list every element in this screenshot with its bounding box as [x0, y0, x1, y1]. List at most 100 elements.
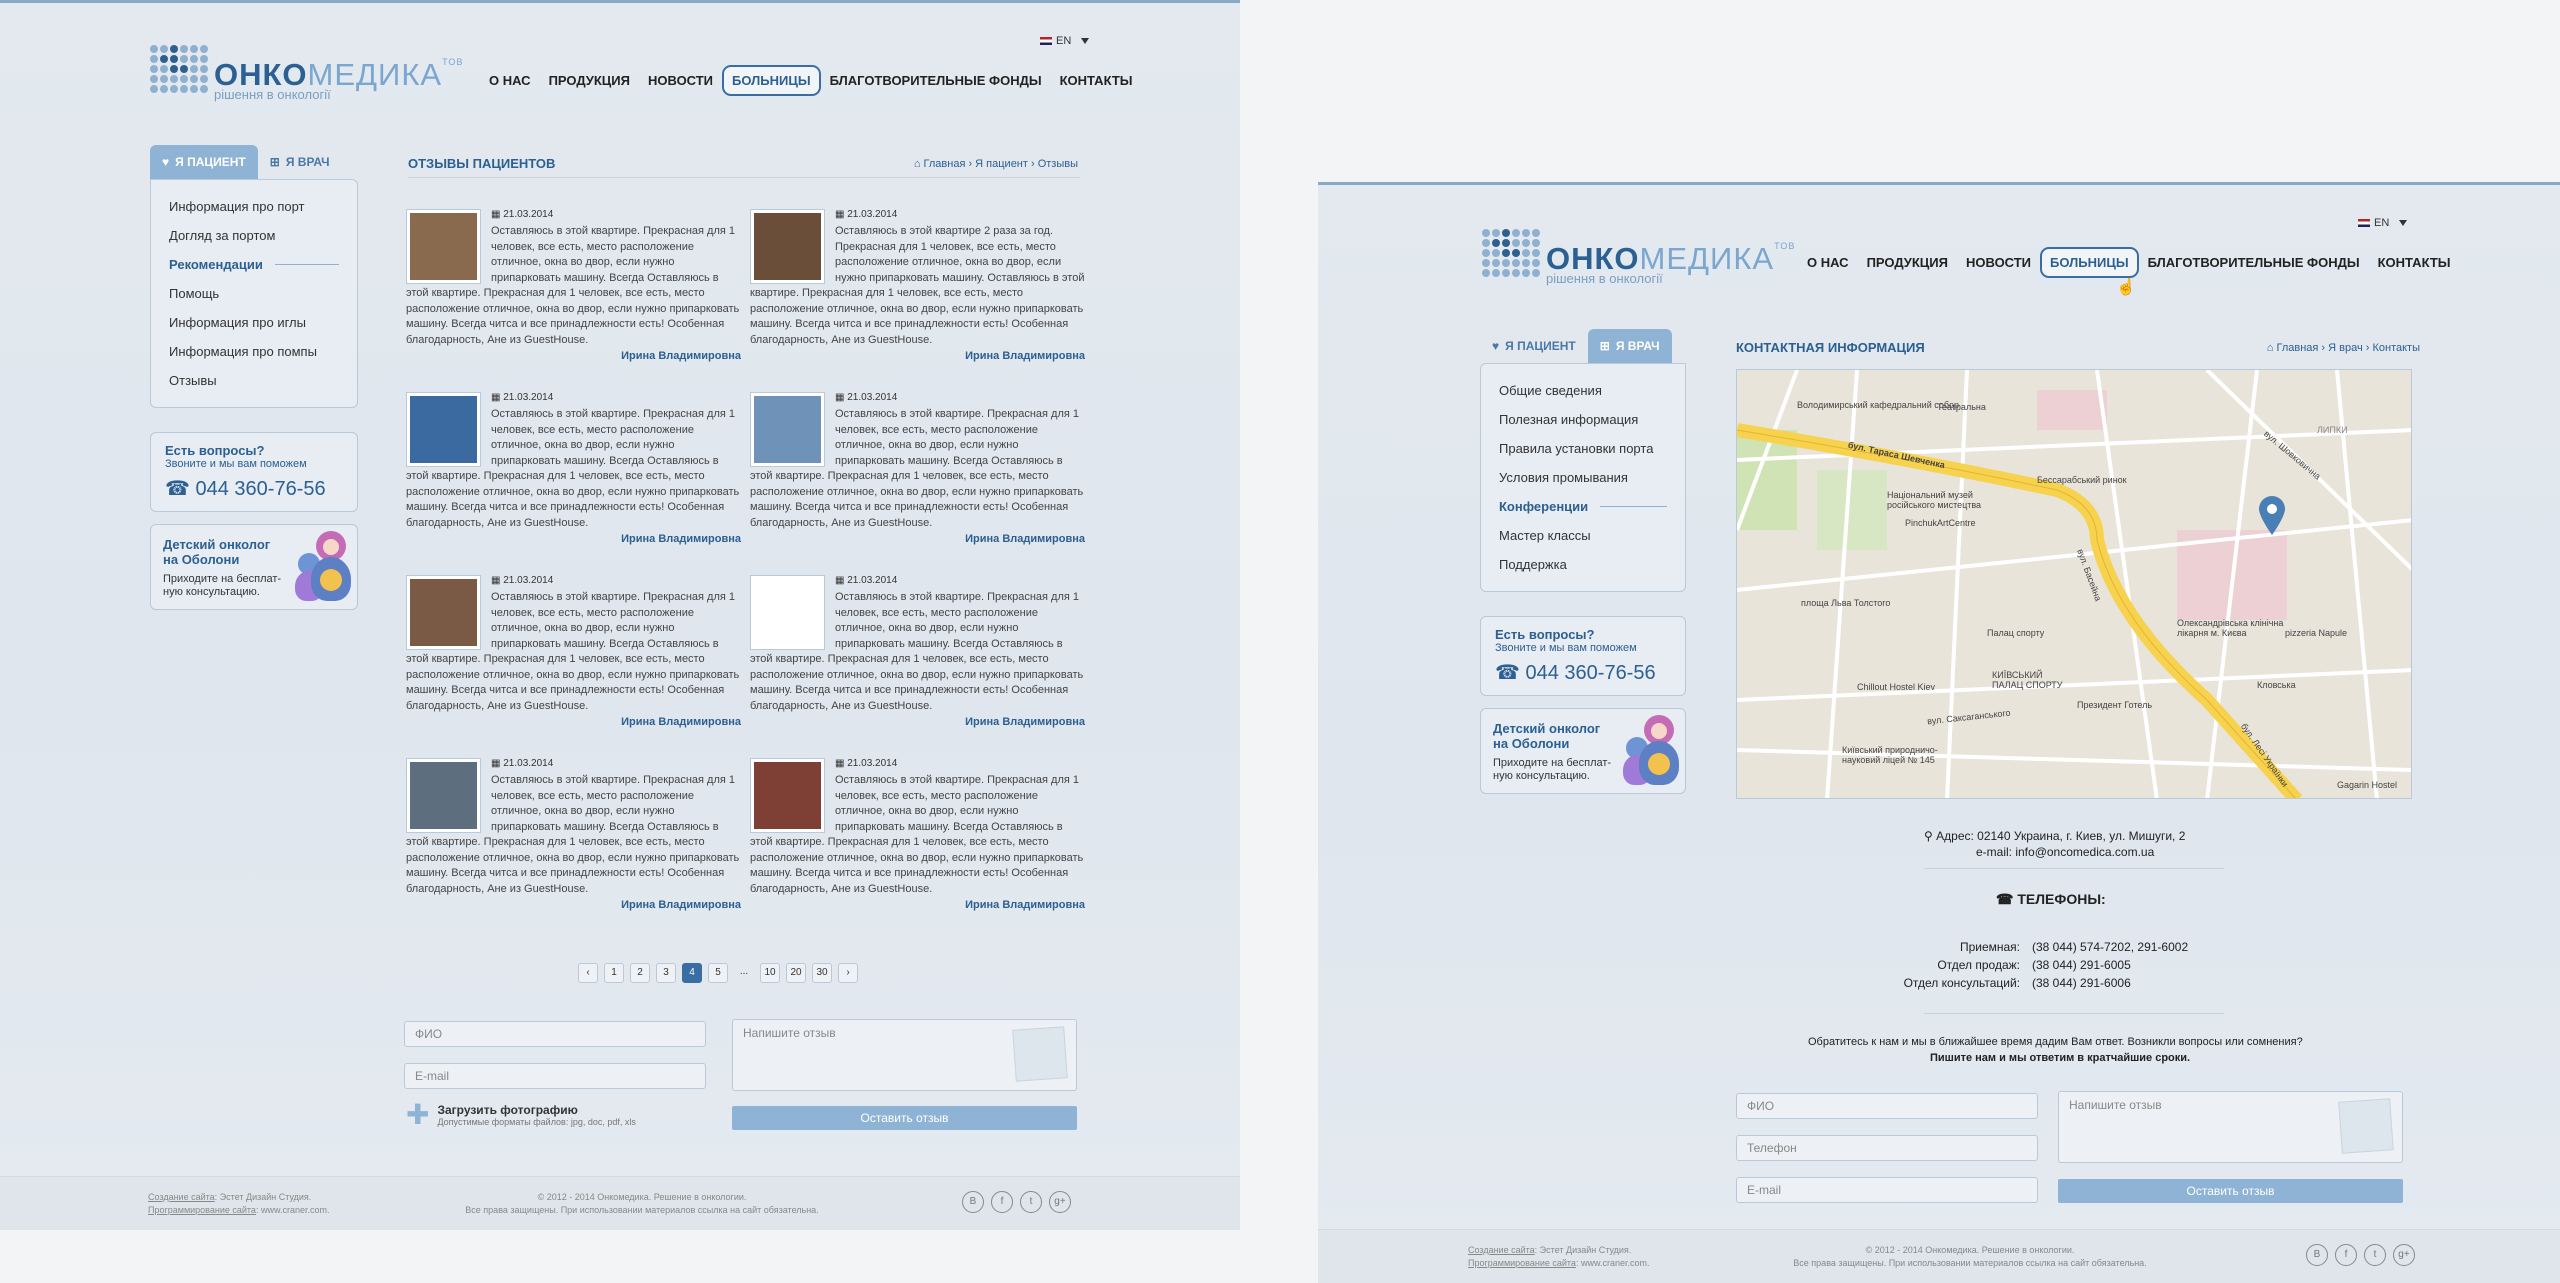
language-label: EN: [1056, 35, 1072, 47]
prev-page-button[interactable]: ‹: [578, 963, 598, 983]
menu-item-masterclasses[interactable]: Мастер классы: [1499, 521, 1667, 550]
page-button[interactable]: 30: [812, 963, 832, 983]
name-field[interactable]: ФИО: [404, 1021, 706, 1047]
nav-contacts[interactable]: КОНТАКТЫ: [1051, 67, 1142, 94]
menu-item-port-info[interactable]: Информация про порт: [169, 192, 339, 221]
phone-icon: ☎: [165, 478, 190, 500]
page-button[interactable]: 4: [682, 963, 702, 983]
calendar-icon: ▦: [835, 209, 845, 220]
us-flag-icon: [2358, 219, 2370, 227]
sidebar: ♥ Я ПАЦИЕНТ ⊞ Я ВРАЧ Информация про порт Д…: [150, 145, 358, 610]
tab-patient[interactable]: ♥ Я ПАЦИЕНТ: [1480, 329, 1588, 363]
menu-item-flushing[interactable]: Условия промывания: [1499, 463, 1667, 492]
menu-item-port-care[interactable]: Догляд за портом: [169, 221, 339, 250]
phone-icon: ☎: [1495, 662, 1520, 684]
page-button[interactable]: 10: [760, 963, 780, 983]
phone-number[interactable]: ☎ 044 360-76-56: [165, 476, 343, 501]
tab-doctor[interactable]: ⊞ Я ВРАЧ: [258, 145, 342, 179]
vk-icon[interactable]: B: [2306, 1244, 2328, 1266]
nav-hospitals[interactable]: БОЛЬНИЦЫ: [722, 65, 821, 96]
page-button[interactable]: 20: [786, 963, 806, 983]
stamp-icon: [1012, 1026, 1068, 1082]
email-field[interactable]: E-mail: [404, 1063, 706, 1089]
vk-icon[interactable]: B: [962, 1191, 984, 1213]
kids-oncologist-banner[interactable]: Детский онколог на Оболони Приходите на …: [1480, 708, 1686, 794]
upload-photo[interactable]: ✚ Загрузить фотографию Допустимые форматы…: [406, 1101, 636, 1129]
email-link[interactable]: e-mail: info@oncomedica.com.ua: [1976, 845, 2154, 859]
kids-oncologist-banner[interactable]: Детский онколог на Оболони Приходите на …: [150, 524, 358, 610]
review-author: Ирина Владимировна: [621, 533, 741, 545]
nav-charity[interactable]: БЛАГОТВОРИТЕЛЬНЫЕ ФОНДЫ: [821, 67, 1051, 94]
nav-hospitals[interactable]: БОЛЬНИЦЫ: [2040, 247, 2139, 278]
tab-patient[interactable]: ♥ Я ПАЦИЕНТ: [150, 145, 258, 179]
stamp-icon: [2338, 1098, 2394, 1154]
menu-item-help[interactable]: Помощь: [169, 279, 339, 308]
nav-products[interactable]: ПРОДУКЦИЯ: [540, 67, 639, 94]
avatar: [406, 575, 481, 650]
language-selector[interactable]: EN: [1040, 35, 1090, 47]
social-links: B f t g+: [2306, 1244, 2415, 1266]
nav-about[interactable]: О НАС: [480, 67, 540, 94]
nav-about[interactable]: О НАС: [1798, 249, 1858, 276]
location-map[interactable]: Володимирський кафедральний собор Театра…: [1736, 369, 2412, 799]
twitter-icon[interactable]: t: [1020, 1191, 1042, 1213]
page-button[interactable]: 5: [708, 963, 728, 983]
menu-item-support[interactable]: Поддержка: [1499, 550, 1667, 579]
nav-contacts[interactable]: КОНТАКТЫ: [2369, 249, 2460, 276]
name-field[interactable]: ФИО: [1736, 1093, 2038, 1119]
logo-icon: [150, 45, 208, 93]
submit-message-button[interactable]: Оставить отзыв: [2058, 1179, 2403, 1203]
message-textarea[interactable]: Напишите отзыв: [2058, 1091, 2403, 1163]
menu-item-pumps[interactable]: Информация про помпы: [169, 337, 339, 366]
footer: Создание сайта: Эстет Дизайн Студия. Прог…: [1318, 1229, 2560, 1283]
review-card: ▦ 21.03.2014 Оставляюсь в этой квартире 2…: [750, 209, 1085, 379]
nav-news[interactable]: НОВОСТИ: [639, 67, 722, 94]
email-field[interactable]: E-mail: [1736, 1177, 2038, 1203]
page-button[interactable]: 1: [604, 963, 624, 983]
phones-title: ☎ ТЕЛЕФОНЫ:: [1996, 891, 2106, 907]
menu-item-needles[interactable]: Информация про иглы: [169, 308, 339, 337]
phone-number[interactable]: ☎ 044 360-76-56: [1495, 660, 1671, 685]
calendar-icon: ▦: [491, 575, 501, 586]
next-page-button[interactable]: ›: [838, 963, 858, 983]
menu-item-recommendations[interactable]: Рекомендации: [169, 250, 339, 279]
phone-label-reception: Приемная:: [1959, 940, 2020, 954]
submit-review-button[interactable]: Оставить отзыв: [732, 1106, 1077, 1130]
facebook-icon[interactable]: f: [2335, 1244, 2357, 1266]
page-button[interactable]: 3: [656, 963, 676, 983]
twitter-icon[interactable]: t: [2364, 1244, 2386, 1266]
nav-news[interactable]: НОВОСТИ: [1957, 249, 2040, 276]
google-plus-icon[interactable]: g+: [2393, 1244, 2415, 1266]
language-selector[interactable]: EN: [2358, 217, 2408, 229]
prog-link[interactable]: Программирование сайта: [148, 1205, 256, 1215]
logo[interactable]: [150, 45, 208, 93]
menu-item-conferences[interactable]: Конференции: [1499, 492, 1667, 521]
language-label: EN: [2374, 217, 2390, 229]
calendar-icon: ▦: [835, 575, 845, 586]
google-plus-icon[interactable]: g+: [1049, 1191, 1071, 1213]
review-author: Ирина Владимировна: [965, 350, 1085, 362]
review-card: ▦ 21.03.2014 Оставляюсь в этой квартире. …: [750, 392, 1085, 562]
avatar: [750, 392, 825, 467]
credit-link[interactable]: Создание сайта: [148, 1192, 215, 1202]
prog-link[interactable]: Программирование сайта: [1468, 1258, 1576, 1268]
tab-doctor[interactable]: ⊞ Я ВРАЧ: [1587, 329, 1672, 363]
menu-item-general[interactable]: Общие сведения: [1499, 376, 1667, 405]
logo[interactable]: [1482, 229, 1540, 277]
phone-field[interactable]: Телефон: [1736, 1135, 2038, 1161]
review-textarea[interactable]: Напишите отзыв: [732, 1019, 1077, 1091]
menu-item-reviews[interactable]: Отзывы: [169, 366, 339, 395]
menu-item-useful-info[interactable]: Полезная информация: [1499, 405, 1667, 434]
nav-charity[interactable]: БЛАГОТВОРИТЕЛЬНЫЕ ФОНДЫ: [2139, 249, 2369, 276]
map-pin-icon[interactable]: [2257, 495, 2287, 535]
nav-products[interactable]: ПРОДУКЦИЯ: [1858, 249, 1957, 276]
breadcrumb[interactable]: ⌂ Главная › Я пациент › Отзывы: [914, 158, 1078, 170]
page-button[interactable]: 2: [630, 963, 650, 983]
review-author: Ирина Владимировна: [965, 716, 1085, 728]
breadcrumb[interactable]: ⌂ Главная › Я врач › Контакты: [2267, 342, 2420, 354]
credit-link[interactable]: Создание сайта: [1468, 1245, 1535, 1255]
menu-item-install-rules[interactable]: Правила установки порта: [1499, 434, 1667, 463]
heart-icon: ♥: [1492, 339, 1500, 353]
facebook-icon[interactable]: f: [991, 1191, 1013, 1213]
calendar-icon: ▦: [835, 758, 845, 769]
